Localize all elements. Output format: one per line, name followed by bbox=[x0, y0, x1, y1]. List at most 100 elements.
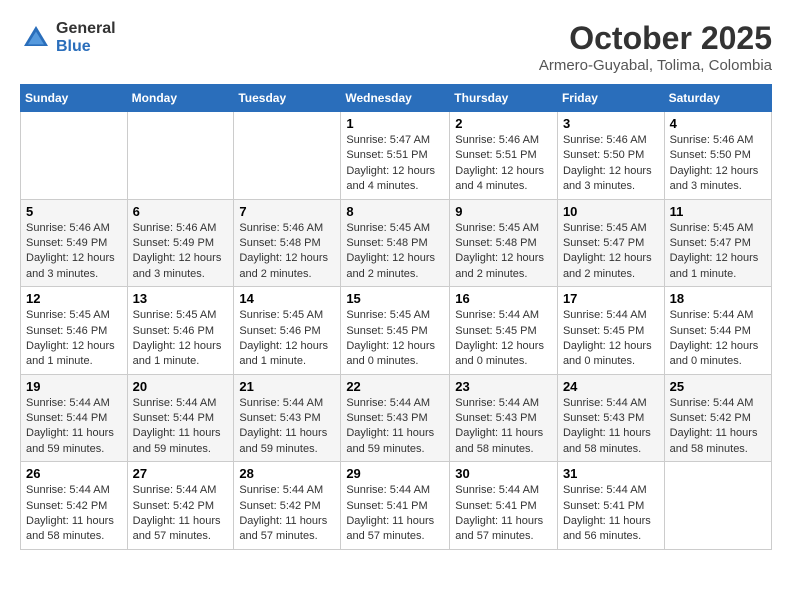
calendar-cell: 20Sunrise: 5:44 AM Sunset: 5:44 PM Dayli… bbox=[127, 374, 234, 462]
calendar-cell: 24Sunrise: 5:44 AM Sunset: 5:43 PM Dayli… bbox=[557, 374, 664, 462]
day-number: 16 bbox=[455, 291, 552, 306]
calendar-cell: 29 Sunrise: 5:44 AM Sunset: 5:41 PM Dayli… bbox=[341, 462, 450, 550]
cell-content: Sunrise: 5:46 AM Sunset: 5:51 PM Dayligh… bbox=[455, 133, 552, 195]
calendar-week-row: 12 Sunrise: 5:45 AM Sunset: 5:46 PM Dayli… bbox=[21, 287, 772, 375]
location-title: Armero-Guyabal, Tolima, Colombia bbox=[539, 57, 772, 74]
cell-content: Sunrise: 5:46 AM Sunset: 5:50 PM Dayligh… bbox=[563, 133, 659, 195]
day-number: 31 bbox=[563, 466, 659, 481]
day-number: 27 bbox=[133, 466, 229, 481]
calendar-cell: 21 Sunrise: 5:44 AM Sunset: 5:43 PM Dayli… bbox=[234, 374, 341, 462]
logo-icon bbox=[20, 22, 52, 54]
calendar-week-row: 19 Sunrise: 5:44 AM Sunset: 5:44 PM Dayli… bbox=[21, 374, 772, 462]
calendar-cell: 17 Sunrise: 5:44 AM Sunset: 5:45 PM Dayli… bbox=[557, 287, 664, 375]
header-day-sunday: Sunday bbox=[21, 85, 128, 112]
cell-content: Sunrise: 5:44 AM Sunset: 5:43 PM Dayligh… bbox=[239, 396, 335, 458]
calendar-cell: 14 Sunrise: 5:45 AM Sunset: 5:46 PM Dayli… bbox=[234, 287, 341, 375]
calendar-header-row: SundayMondayTuesdayWednesdayThursdayFrid… bbox=[21, 85, 772, 112]
header-day-monday: Monday bbox=[127, 85, 234, 112]
cell-content: Sunrise: 5:46 AM Sunset: 5:49 PM Dayligh… bbox=[133, 221, 229, 283]
day-number: 11 bbox=[670, 204, 766, 219]
calendar-cell: 7 Sunrise: 5:46 AM Sunset: 5:48 PM Daylig… bbox=[234, 199, 341, 287]
cell-content: Sunrise: 5:45 AM Sunset: 5:48 PM Dayligh… bbox=[455, 221, 552, 283]
calendar-cell bbox=[21, 112, 128, 200]
day-number: 13 bbox=[133, 291, 229, 306]
calendar-cell: 27Sunrise: 5:44 AM Sunset: 5:42 PM Dayli… bbox=[127, 462, 234, 550]
cell-content: Sunrise: 5:44 AM Sunset: 5:41 PM Dayligh… bbox=[455, 483, 552, 545]
day-number: 10 bbox=[563, 204, 659, 219]
day-number: 2 bbox=[455, 116, 552, 131]
calendar-cell: 13Sunrise: 5:45 AM Sunset: 5:46 PM Dayli… bbox=[127, 287, 234, 375]
day-number: 25 bbox=[670, 379, 766, 394]
cell-content: Sunrise: 5:44 AM Sunset: 5:44 PM Dayligh… bbox=[670, 308, 766, 370]
cell-content: Sunrise: 5:44 AM Sunset: 5:43 PM Dayligh… bbox=[455, 396, 552, 458]
day-number: 15 bbox=[346, 291, 444, 306]
calendar-cell: 30 Sunrise: 5:44 AM Sunset: 5:41 PM Dayli… bbox=[450, 462, 558, 550]
day-number: 9 bbox=[455, 204, 552, 219]
day-number: 7 bbox=[239, 204, 335, 219]
cell-content: Sunrise: 5:46 AM Sunset: 5:50 PM Dayligh… bbox=[670, 133, 766, 195]
cell-content: Sunrise: 5:44 AM Sunset: 5:41 PM Dayligh… bbox=[346, 483, 444, 545]
day-number: 23 bbox=[455, 379, 552, 394]
day-number: 6 bbox=[133, 204, 229, 219]
calendar-cell: 6 Sunrise: 5:46 AM Sunset: 5:49 PM Daylig… bbox=[127, 199, 234, 287]
cell-content: Sunrise: 5:44 AM Sunset: 5:42 PM Dayligh… bbox=[670, 396, 766, 458]
cell-content: Sunrise: 5:47 AM Sunset: 5:51 PM Dayligh… bbox=[346, 133, 444, 195]
logo-general-label: General bbox=[56, 20, 116, 38]
header-day-tuesday: Tuesday bbox=[234, 85, 341, 112]
calendar-cell: 12 Sunrise: 5:45 AM Sunset: 5:46 PM Dayli… bbox=[21, 287, 128, 375]
calendar-week-row: 1Sunrise: 5:47 AM Sunset: 5:51 PM Daylig… bbox=[21, 112, 772, 200]
day-number: 21 bbox=[239, 379, 335, 394]
cell-content: Sunrise: 5:44 AM Sunset: 5:44 PM Dayligh… bbox=[26, 396, 122, 458]
header-day-saturday: Saturday bbox=[664, 85, 771, 112]
calendar-cell: 11 Sunrise: 5:45 AM Sunset: 5:47 PM Dayli… bbox=[664, 199, 771, 287]
cell-content: Sunrise: 5:44 AM Sunset: 5:43 PM Dayligh… bbox=[346, 396, 444, 458]
cell-content: Sunrise: 5:44 AM Sunset: 5:42 PM Dayligh… bbox=[239, 483, 335, 545]
day-number: 14 bbox=[239, 291, 335, 306]
calendar-cell: 22 Sunrise: 5:44 AM Sunset: 5:43 PM Dayli… bbox=[341, 374, 450, 462]
month-title: October 2025 bbox=[539, 20, 772, 57]
day-number: 28 bbox=[239, 466, 335, 481]
cell-content: Sunrise: 5:46 AM Sunset: 5:49 PM Dayligh… bbox=[26, 221, 122, 283]
day-number: 20 bbox=[133, 379, 229, 394]
header: General Blue October 2025 Armero-Guyabal… bbox=[20, 20, 772, 74]
calendar-cell: 8 Sunrise: 5:45 AM Sunset: 5:48 PM Daylig… bbox=[341, 199, 450, 287]
calendar-cell: 15Sunrise: 5:45 AM Sunset: 5:45 PM Dayli… bbox=[341, 287, 450, 375]
calendar-cell bbox=[127, 112, 234, 200]
calendar-cell: 1Sunrise: 5:47 AM Sunset: 5:51 PM Daylig… bbox=[341, 112, 450, 200]
logo: General Blue bbox=[20, 20, 116, 55]
day-number: 29 bbox=[346, 466, 444, 481]
cell-content: Sunrise: 5:44 AM Sunset: 5:45 PM Dayligh… bbox=[563, 308, 659, 370]
day-number: 4 bbox=[670, 116, 766, 131]
calendar-week-row: 26 Sunrise: 5:44 AM Sunset: 5:42 PM Dayli… bbox=[21, 462, 772, 550]
day-number: 8 bbox=[346, 204, 444, 219]
cell-content: Sunrise: 5:45 AM Sunset: 5:47 PM Dayligh… bbox=[563, 221, 659, 283]
day-number: 17 bbox=[563, 291, 659, 306]
calendar-week-row: 5 Sunrise: 5:46 AM Sunset: 5:49 PM Daylig… bbox=[21, 199, 772, 287]
cell-content: Sunrise: 5:45 AM Sunset: 5:46 PM Dayligh… bbox=[26, 308, 122, 370]
day-number: 30 bbox=[455, 466, 552, 481]
calendar-cell: 10 Sunrise: 5:45 AM Sunset: 5:47 PM Dayli… bbox=[557, 199, 664, 287]
day-number: 24 bbox=[563, 379, 659, 394]
calendar-cell: 3 Sunrise: 5:46 AM Sunset: 5:50 PM Daylig… bbox=[557, 112, 664, 200]
header-day-thursday: Thursday bbox=[450, 85, 558, 112]
day-number: 3 bbox=[563, 116, 659, 131]
calendar-cell: 26 Sunrise: 5:44 AM Sunset: 5:42 PM Dayli… bbox=[21, 462, 128, 550]
title-area: October 2025 Armero-Guyabal, Tolima, Col… bbox=[539, 20, 772, 74]
cell-content: Sunrise: 5:45 AM Sunset: 5:47 PM Dayligh… bbox=[670, 221, 766, 283]
cell-content: Sunrise: 5:45 AM Sunset: 5:46 PM Dayligh… bbox=[239, 308, 335, 370]
calendar-cell bbox=[664, 462, 771, 550]
calendar-table: SundayMondayTuesdayWednesdayThursdayFrid… bbox=[20, 84, 772, 550]
calendar-cell: 2 Sunrise: 5:46 AM Sunset: 5:51 PM Daylig… bbox=[450, 112, 558, 200]
day-number: 22 bbox=[346, 379, 444, 394]
day-number: 12 bbox=[26, 291, 122, 306]
calendar-cell: 4 Sunrise: 5:46 AM Sunset: 5:50 PM Daylig… bbox=[664, 112, 771, 200]
day-number: 19 bbox=[26, 379, 122, 394]
header-day-friday: Friday bbox=[557, 85, 664, 112]
cell-content: Sunrise: 5:45 AM Sunset: 5:48 PM Dayligh… bbox=[346, 221, 444, 283]
cell-content: Sunrise: 5:46 AM Sunset: 5:48 PM Dayligh… bbox=[239, 221, 335, 283]
day-number: 26 bbox=[26, 466, 122, 481]
cell-content: Sunrise: 5:44 AM Sunset: 5:42 PM Dayligh… bbox=[26, 483, 122, 545]
day-number: 18 bbox=[670, 291, 766, 306]
day-number: 5 bbox=[26, 204, 122, 219]
calendar-cell: 23 Sunrise: 5:44 AM Sunset: 5:43 PM Dayli… bbox=[450, 374, 558, 462]
